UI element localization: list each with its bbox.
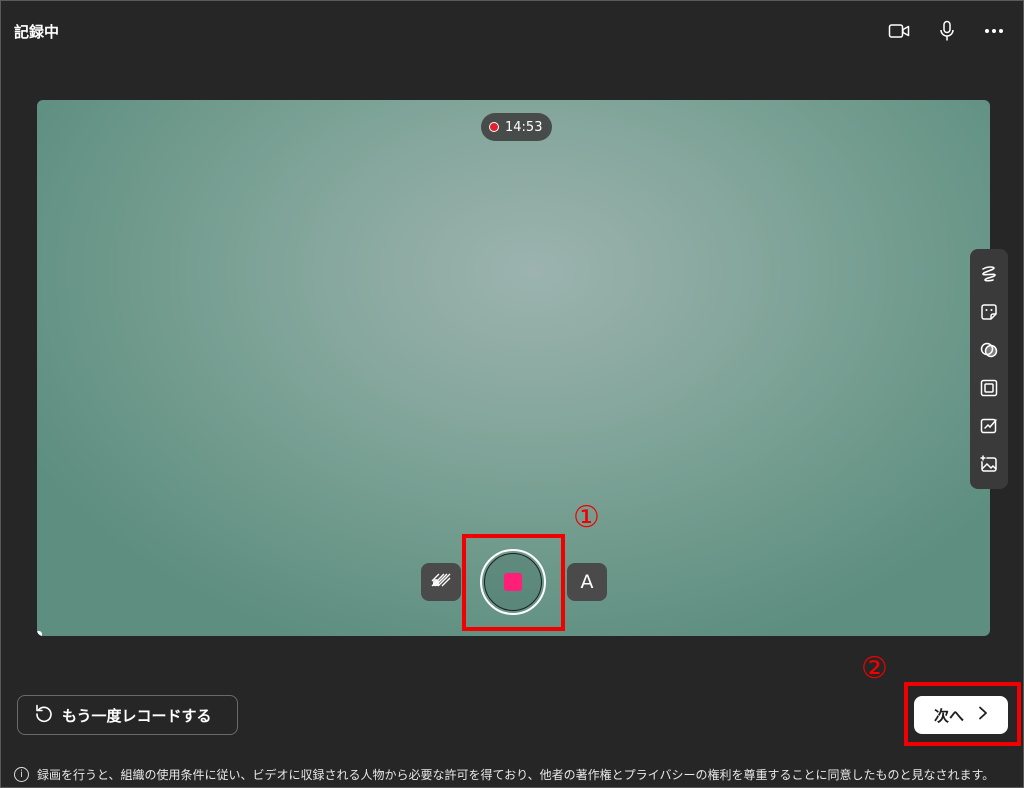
text-overlay-button[interactable]: A [567, 563, 607, 601]
corner-marker [37, 631, 42, 636]
board-icon[interactable] [976, 413, 1002, 439]
add-image-icon[interactable] [976, 451, 1002, 477]
stop-icon [504, 573, 522, 591]
retry-icon [34, 703, 54, 727]
ink-icon[interactable] [976, 261, 1002, 287]
next-label: 次へ [933, 706, 964, 725]
consent-text: 録画を行うと、組織の使用条件に従い、ビデオに収録される人物から必要な許可を得てお… [37, 768, 995, 782]
re-record-label: もう一度レコードする [62, 706, 212, 725]
background-blur-icon [430, 571, 452, 593]
chevron-right-icon [978, 706, 988, 724]
page-title: 記録中 [14, 23, 60, 41]
timer-text: 14:53 [505, 119, 543, 135]
annotation-number-1: ① [573, 500, 600, 535]
stop-recording-button[interactable] [480, 549, 546, 615]
record-button-inner [484, 553, 542, 611]
text-overlay-label: A [580, 571, 594, 593]
sticker-icon[interactable] [976, 299, 1002, 325]
next-button[interactable]: 次へ [914, 696, 1008, 734]
microphone-icon[interactable] [934, 18, 960, 44]
camera-icon[interactable] [886, 18, 912, 44]
annotation-number-2: ② [861, 651, 888, 686]
frame-icon[interactable] [976, 375, 1002, 401]
re-record-button[interactable]: もう一度レコードする [17, 695, 238, 735]
filter-icon[interactable] [976, 337, 1002, 363]
recording-timer: 14:53 [481, 113, 553, 141]
info-icon: i [14, 767, 29, 782]
more-icon[interactable] [981, 18, 1007, 44]
effects-toolbar [970, 249, 1008, 489]
consent-footer: i 録画を行うと、組織の使用条件に従い、ビデオに収録される人物から必要な許可を得… [14, 766, 994, 783]
background-blur-button[interactable] [421, 563, 461, 601]
recording-indicator-icon [489, 122, 499, 132]
